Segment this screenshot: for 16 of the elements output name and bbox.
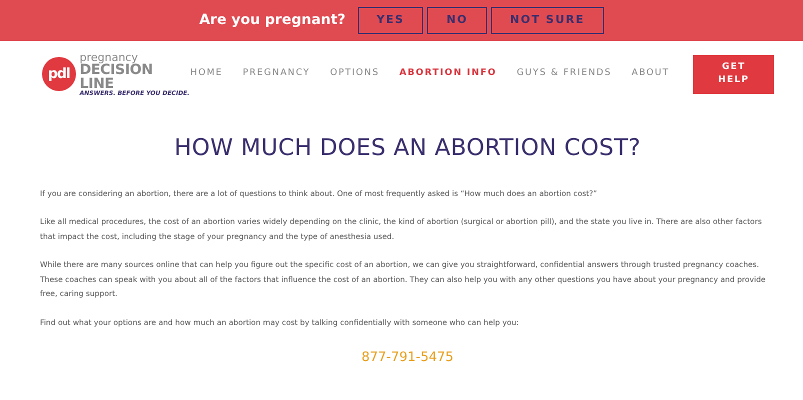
nav-link[interactable]: ABOUT (632, 67, 670, 81)
logo-text: pregnancy (80, 52, 139, 62)
phone-link[interactable]: 877-791-5475 (361, 350, 454, 366)
nav-link[interactable]: GUYS & FRIENDS (516, 67, 612, 81)
nav-link[interactable]: HOME (190, 67, 223, 81)
nav-link[interactable]: ABORTION INFO (399, 67, 497, 81)
page-title: HOW MUCH DOES AN ABORTION COST? (173, 135, 642, 163)
question-text: Are you pregnant? (199, 11, 346, 30)
nav-link[interactable]: OPTIONS (330, 67, 380, 81)
get-help-button[interactable]: GET HELP (693, 54, 774, 94)
answer-button[interactable]: NOT SURE (491, 7, 604, 34)
logo-mark[interactable]: pdl (42, 57, 76, 91)
answer-button[interactable]: YES (358, 7, 424, 34)
logo-text: DECISION LINE (80, 62, 153, 90)
nav-link[interactable]: PREGNANCY (242, 67, 310, 81)
answer-button[interactable]: NO (427, 7, 488, 34)
